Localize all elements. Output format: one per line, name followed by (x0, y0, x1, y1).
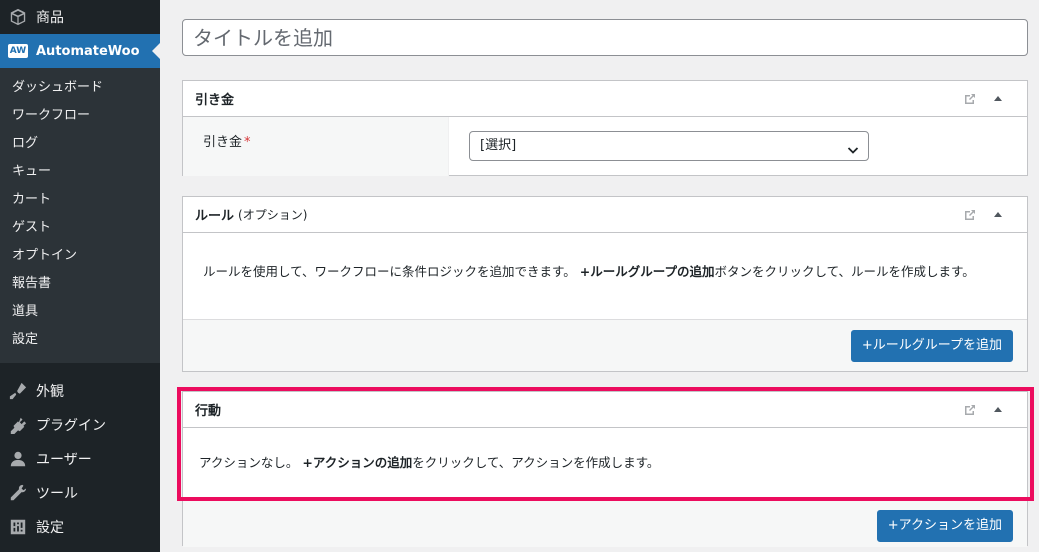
panel-title: 引き金 (195, 93, 235, 108)
help-text: アクションなし。 (199, 455, 299, 470)
trigger-field-label: 引き金 * (183, 117, 449, 176)
box-icon (0, 8, 36, 26)
actions-panel-header: 行動 (183, 392, 1027, 428)
panel-subtitle: (オプション) (238, 208, 308, 222)
external-link-icon[interactable] (963, 403, 977, 417)
add-action-button[interactable]: +アクションを追加 (876, 510, 1013, 542)
rules-panel: ルール (オプション) ルールを使用して、ワークフローに条件ロジックを追加できま… (182, 196, 1028, 372)
panel-title: ルール (195, 209, 235, 224)
help-text-bold: +ルールグループの追加 (579, 264, 715, 279)
panel-title: 行動 (195, 404, 222, 419)
submenu-item-settings[interactable]: 設定 (0, 326, 160, 354)
automatewoo-submenu: ダッシュボード ワークフロー ログ キュー カート ゲスト オプトイン 報告書 … (0, 68, 160, 363)
collapse-arrow-icon[interactable] (991, 92, 1005, 106)
wrench-icon (0, 484, 36, 502)
sidebar-item-appearance[interactable]: 外観 (0, 374, 160, 408)
sidebar-item-label: AutomateWoo (36, 43, 140, 59)
sidebar-item-label: 外観 (36, 384, 64, 400)
submenu-item-workflows[interactable]: ワークフロー (0, 102, 160, 130)
sidebar-item-label: 商品 (36, 10, 64, 26)
field-label-text: 引き金 (203, 135, 243, 150)
help-text: ルールを使用して、ワークフローに条件ロジックを追加できます。 (203, 264, 576, 279)
actions-panel: 行動 アクションなし。 +アクションの追加をクリックして、アクションを作成します… (182, 391, 1028, 547)
main-content: 引き金 引き金* [選択] ルール (160, 0, 1039, 552)
help-text-bold: +アクションの追加 (302, 455, 413, 470)
sidebar-item-label: 設定 (36, 520, 64, 536)
sidebar-item-label: ツール (36, 486, 78, 502)
external-link-icon[interactable] (963, 92, 977, 106)
brush-icon (0, 382, 36, 400)
trigger-field-row: 引き金 * [選択] (183, 117, 1027, 176)
add-rule-group-button[interactable]: +ルールグループを追加 (850, 330, 1013, 362)
sidebar-item-settings[interactable]: 設定 (0, 510, 160, 544)
actions-panel-footer: +アクションを追加 (183, 499, 1027, 547)
collapse-arrow-icon[interactable] (991, 208, 1005, 222)
sidebar-item-tools[interactable]: ツール (0, 476, 160, 510)
plugin-icon (0, 416, 36, 434)
select-value: [選択] (480, 138, 517, 153)
workflow-title-input[interactable] (182, 19, 1028, 56)
sidebar-item-label: プラグイン (36, 418, 106, 434)
rules-panel-header: ルール (オプション) (183, 197, 1027, 233)
actions-help-text: アクションなし。 +アクションの追加をクリックして、アクションを作成します。 (183, 428, 1027, 499)
submenu-item-guests[interactable]: ゲスト (0, 214, 160, 242)
collapse-arrow-icon[interactable] (991, 403, 1005, 417)
submenu-item-dashboard[interactable]: ダッシュボード (0, 74, 160, 102)
rules-help-text: ルールを使用して、ワークフローに条件ロジックを追加できます。 +ルールグループの… (183, 233, 1027, 319)
submenu-item-carts[interactable]: カート (0, 186, 160, 214)
submenu-item-queue[interactable]: キュー (0, 158, 160, 186)
sidebar-item-plugins[interactable]: プラグイン (0, 408, 160, 442)
submenu-item-logs[interactable]: ログ (0, 130, 160, 158)
submenu-item-reports[interactable]: 報告書 (0, 270, 160, 298)
external-link-icon[interactable] (963, 208, 977, 222)
sidebar-item-label: ユーザー (36, 452, 92, 468)
sidebar-item-products[interactable]: 商品 (0, 0, 160, 34)
user-icon (0, 450, 36, 468)
trigger-panel-header: 引き金 (183, 81, 1027, 117)
settings-icon (0, 518, 36, 536)
trigger-panel: 引き金 引き金 * [選択] (182, 80, 1028, 176)
help-text: をクリックして、アクションを作成します。 (412, 455, 660, 470)
submenu-item-tools[interactable]: 道具 (0, 298, 160, 326)
sidebar-item-users[interactable]: ユーザー (0, 442, 160, 476)
trigger-select[interactable]: [選択] (469, 131, 869, 161)
automatewoo-logo-icon: AW (7, 44, 29, 58)
required-mark: * (244, 135, 251, 150)
rules-panel-footer: +ルールグループを追加 (183, 319, 1027, 371)
sidebar-item-automatewoo[interactable]: AW AutomateWoo (0, 34, 160, 68)
submenu-item-optins[interactable]: オプトイン (0, 242, 160, 270)
admin-sidebar: 商品 AW AutomateWoo ダッシュボード ワークフロー ログ キュー … (0, 0, 160, 552)
chevron-down-icon (846, 140, 860, 168)
help-text: ボタンをクリックして、ルールを作成します。 (714, 264, 975, 279)
trigger-field-value: [選択] (449, 117, 1027, 176)
